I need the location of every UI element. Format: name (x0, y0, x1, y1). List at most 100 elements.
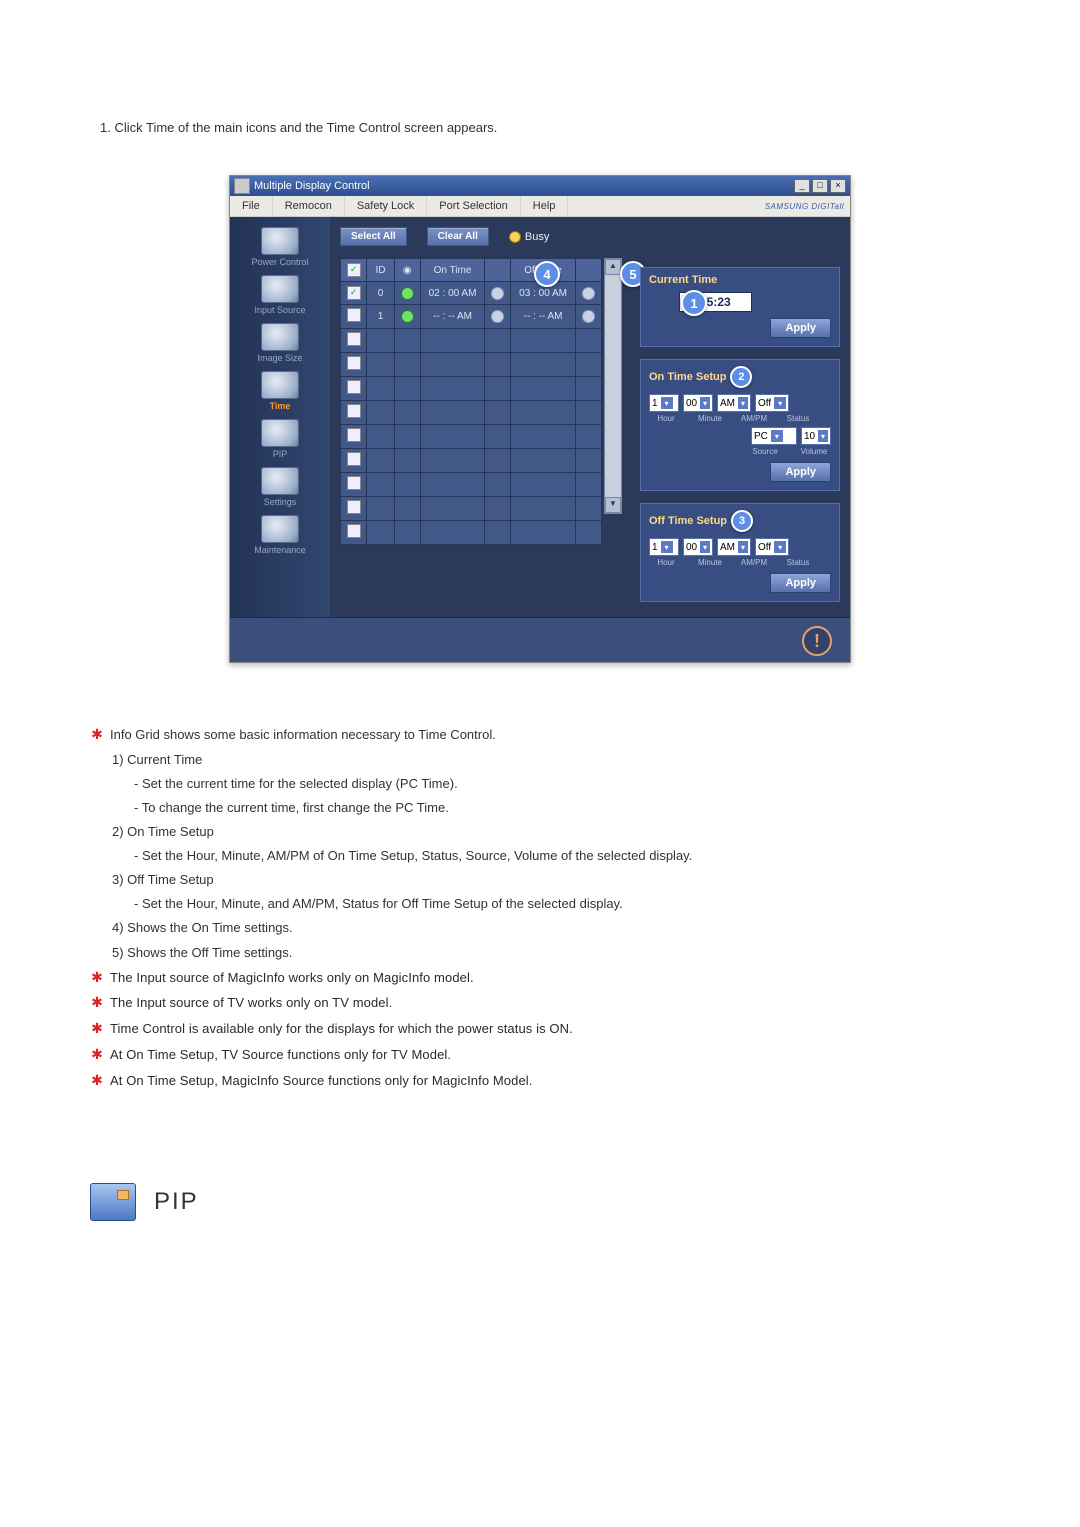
table-row[interactable] (341, 353, 602, 377)
ontime-minute-select[interactable]: 00▾ (683, 394, 713, 412)
offtime-minute-select[interactable]: 00▾ (683, 538, 713, 556)
sidebar-item-time[interactable]: Time (240, 371, 320, 411)
cell-id (367, 425, 394, 449)
cell-off-extra (575, 497, 601, 521)
row-checkbox[interactable] (347, 308, 361, 322)
table-row[interactable] (341, 473, 602, 497)
row-checkbox[interactable] (347, 452, 361, 466)
row-checkbox[interactable] (347, 332, 361, 346)
status-dot-icon (491, 310, 504, 323)
note-line: 5) Shows the Off Time settings. (112, 942, 1000, 964)
cell-off-extra (575, 329, 601, 353)
cell-id (367, 329, 394, 353)
sidebar-item-maintenance[interactable]: Maintenance (240, 515, 320, 555)
table-row[interactable] (341, 497, 602, 521)
ontime-status-select[interactable]: Off▾ (755, 394, 789, 412)
cell-on-dot (394, 473, 420, 497)
table-row[interactable]: 1-- : -- AM-- : -- AM (341, 305, 602, 329)
menu-port-selection[interactable]: Port Selection (427, 196, 520, 216)
table-row[interactable] (341, 425, 602, 449)
pip-section-heading: PIP (90, 1183, 1000, 1221)
cell-offtime (511, 353, 575, 377)
minimize-button[interactable]: _ (794, 179, 810, 193)
scroll-up-button[interactable]: ▲ (605, 259, 621, 275)
callout-badge-1: 1 (681, 290, 707, 316)
close-button[interactable]: × (830, 179, 846, 193)
row-checkbox[interactable] (347, 286, 361, 300)
offtime-status-select[interactable]: Off▾ (755, 538, 789, 556)
cell-offtime (511, 425, 575, 449)
header-checkbox[interactable] (347, 263, 361, 277)
cell-off-dot (485, 282, 511, 305)
row-checkbox[interactable] (347, 524, 361, 538)
row-checkbox[interactable] (347, 404, 361, 418)
cell-off-extra (575, 449, 601, 473)
on-time-title: On Time Setup (649, 371, 726, 383)
pip-section-title: PIP (154, 1188, 199, 1216)
sidebar-item-label: PIP (240, 449, 320, 459)
star-icon: ✱ (90, 723, 104, 747)
table-row[interactable] (341, 329, 602, 353)
cell-off-extra (575, 282, 601, 305)
cell-offtime (511, 497, 575, 521)
busy-label: Busy (525, 231, 549, 243)
row-checkbox[interactable] (347, 380, 361, 394)
menubar: File Remocon Safety Lock Port Selection … (230, 196, 850, 217)
table-row[interactable] (341, 449, 602, 473)
note-line: At On Time Setup, TV Source functions on… (110, 1047, 451, 1062)
ontime-hour-select[interactable]: 1▾ (649, 394, 679, 412)
input-source-icon (261, 275, 299, 303)
cell-on-dot (394, 497, 420, 521)
lbl-minute: Minute (693, 414, 727, 423)
table-row[interactable]: 002 : 00 AM03 : 00 AM (341, 282, 602, 305)
offtime-ampm-select[interactable]: AM▾ (717, 538, 751, 556)
menu-file[interactable]: File (230, 196, 273, 216)
status-dot-icon (401, 287, 414, 300)
on-time-setup-panel: On Time Setup 2 1▾ 00▾ AM▾ Off▾ Hour Min… (640, 359, 840, 491)
sidebar-item-power-control[interactable]: Power Control (240, 227, 320, 267)
row-checkbox[interactable] (347, 476, 361, 490)
cell-id (367, 521, 394, 545)
cell-check (341, 521, 367, 545)
ontime-ampm-select[interactable]: AM▾ (717, 394, 751, 412)
table-row[interactable] (341, 521, 602, 545)
ontime-source-select[interactable]: PC▾ (751, 427, 797, 445)
offtime-apply-button[interactable]: Apply (770, 573, 831, 593)
cell-off-dot (485, 329, 511, 353)
sidebar-item-pip[interactable]: PIP (240, 419, 320, 459)
sidebar-item-image-size[interactable]: Image Size (240, 323, 320, 363)
lbl-minute: Minute (693, 558, 727, 567)
note-line: - Set the current time for the selected … (134, 773, 1000, 795)
menu-help[interactable]: Help (521, 196, 569, 216)
menu-remocon[interactable]: Remocon (273, 196, 345, 216)
current-time-apply-button[interactable]: Apply (770, 318, 831, 338)
offtime-hour-select[interactable]: 1▾ (649, 538, 679, 556)
table-row[interactable] (341, 377, 602, 401)
callout-badge-4: 4 (534, 261, 560, 287)
sidebar-item-settings[interactable]: Settings (240, 467, 320, 507)
cell-check (341, 449, 367, 473)
table-row[interactable] (341, 401, 602, 425)
cell-ontime (420, 353, 484, 377)
app-icon (234, 178, 250, 194)
select-all-button[interactable]: Select All (340, 227, 407, 246)
sidebar: Power Control Input Source Image Size Ti… (230, 217, 330, 617)
sidebar-item-input-source[interactable]: Input Source (240, 275, 320, 315)
menu-safety-lock[interactable]: Safety Lock (345, 196, 427, 216)
clear-all-button[interactable]: Clear All (427, 227, 489, 246)
maximize-button[interactable]: □ (812, 179, 828, 193)
row-checkbox[interactable] (347, 428, 361, 442)
star-icon: ✱ (90, 1043, 104, 1067)
cell-off-extra (575, 305, 601, 329)
row-checkbox[interactable] (347, 500, 361, 514)
app-window: Multiple Display Control _ □ × File Remo… (229, 175, 851, 663)
ontime-volume-select[interactable]: 10▾ (801, 427, 831, 445)
row-checkbox[interactable] (347, 356, 361, 370)
alert-icon: ! (802, 626, 832, 656)
grid-scrollbar[interactable]: ▲ ▼ (604, 258, 622, 514)
scroll-down-button[interactable]: ▼ (605, 497, 621, 513)
note-line: 2) On Time Setup (112, 821, 1000, 843)
note-line: The Input source of MagicInfo works only… (110, 970, 474, 985)
ontime-apply-button[interactable]: Apply (770, 462, 831, 482)
pip-section-icon (90, 1183, 136, 1221)
